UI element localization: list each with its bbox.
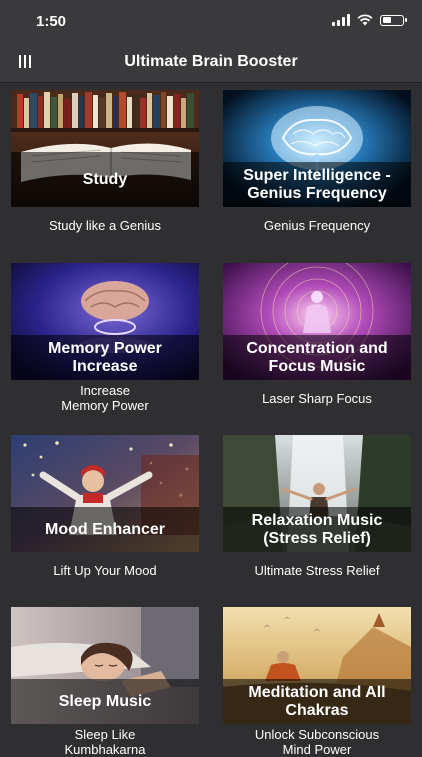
study-card[interactable]: Study [11,90,199,207]
mood-enhancer-title: Mood Enhancer [44,520,165,538]
nav-bar: Ultimate Brain Booster [0,44,422,83]
meditation-title: Meditation and All Chakras [248,683,386,719]
mood-enhancer-subtitle: Lift Up Your Mood [53,563,157,578]
memory-power-subtitle: Increase Memory Power [61,383,149,413]
super-intelligence-title: Super Intelligence - Genius Frequency [243,166,391,202]
page-title: Ultimate Brain Booster [124,53,298,70]
status-bar: 1:50 [0,0,422,44]
memory-power-title: Memory Power Increase [48,339,162,375]
cellular-signal-icon [332,14,350,26]
study-subtitle: Study like a Genius [48,218,161,233]
sleep-music-title: Sleep Music [58,692,152,710]
wifi-icon [357,14,373,26]
mood-enhancer-card[interactable]: Mood Enhancer [11,435,199,552]
status-time: 1:50 [36,13,67,30]
relaxation-card[interactable]: Relaxation Music (Stress Relief) [223,435,411,552]
relaxation-subtitle: Ultimate Stress Relief [254,563,380,578]
meditation-card[interactable]: Meditation and All Chakras [223,607,411,724]
concentration-subtitle: Laser Sharp Focus [262,391,372,406]
concentration-title: Concentration and Focus Music [246,339,388,375]
concentration-card[interactable]: Concentration and Focus Music [223,263,411,380]
sleep-music-subtitle: Sleep Like Kumbhakarna [64,727,146,757]
super-intelligence-subtitle: Genius Frequency [263,218,371,233]
memory-power-card[interactable]: Memory Power Increase [11,263,199,380]
battery-icon [380,14,407,26]
study-title: Study [82,170,128,188]
relaxation-title: Relaxation Music (Stress Relief) [251,511,383,547]
sleep-music-card[interactable]: Sleep Music [11,607,199,724]
meditation-subtitle: Unlock Subconscious Mind Power [254,727,380,757]
super-intelligence-card[interactable]: Super Intelligence - Genius Frequency [223,90,411,207]
